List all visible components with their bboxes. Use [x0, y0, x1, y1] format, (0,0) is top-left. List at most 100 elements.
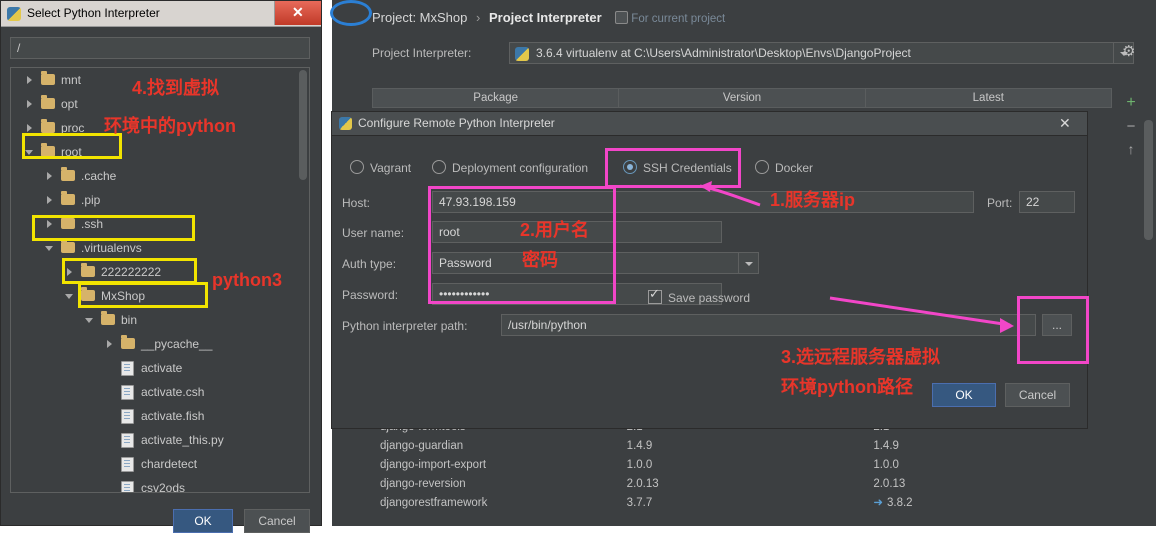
dialog-title: Select Python Interpreter [27, 6, 160, 20]
tree-node[interactable]: bin [11, 308, 309, 332]
cancel-button[interactable]: Cancel [244, 509, 310, 533]
path-value: / [17, 41, 21, 55]
file-icon [121, 385, 134, 400]
port-value: 22 [1026, 195, 1040, 209]
cancel-button[interactable]: Cancel [1005, 383, 1070, 407]
tree-node-label: .cache [81, 169, 117, 183]
ok-button[interactable]: OK [932, 383, 996, 407]
file-icon [121, 433, 134, 448]
dialog-titlebar[interactable]: Configure Remote Python Interpreter ✕ [332, 112, 1087, 136]
upgrade-package-button[interactable]: ↑ [1118, 141, 1144, 157]
chevron-right-icon[interactable] [25, 99, 35, 109]
tree-node-label: csv2ods [141, 481, 186, 493]
package-scrollbar-thumb[interactable] [1144, 120, 1153, 240]
tree-node[interactable]: activate_this.py [11, 428, 309, 452]
table-row[interactable]: django-reversion 2.0.13 2.0.13 [372, 475, 1112, 494]
python-icon [339, 117, 352, 130]
table-row[interactable]: django-import-export 1.0.0 1.0.0 [372, 456, 1112, 475]
host-label: Host: [342, 196, 371, 210]
radio-vagrant[interactable]: Vagrant [350, 158, 411, 175]
tree-node[interactable]: __pycache__ [11, 332, 309, 356]
tree-node[interactable]: chardetect [11, 452, 309, 476]
tree-node[interactable]: .cache [11, 164, 309, 188]
close-icon[interactable]: ✕ [1041, 112, 1087, 135]
chevron-right-icon[interactable] [25, 75, 35, 85]
annotation-note-1: 4.找到虚拟 [132, 78, 220, 98]
radio-label: Vagrant [370, 161, 412, 175]
interpreter-label: Project Interpreter: [372, 46, 472, 60]
close-icon[interactable]: ✕ [274, 1, 321, 25]
username-label: User name: [342, 226, 405, 240]
cell-latest: 1.0.0 [873, 459, 899, 471]
breadcrumb-scope: For current project [615, 11, 725, 25]
chevron-down-icon[interactable] [738, 253, 758, 273]
annotation-note-7: 3.选远程服务器虚拟 [781, 347, 941, 367]
annotation-note-2: 环境中的python [104, 116, 236, 136]
table-row[interactable]: djangorestframework 3.7.7 ➜ 3.8.2 [372, 494, 1112, 513]
folder-icon [101, 311, 115, 325]
highlight-browse-button [1017, 296, 1089, 364]
tree-node-label: __pycache__ [141, 337, 213, 351]
chevron-right-icon[interactable] [45, 195, 55, 205]
save-password-checkbox[interactable]: Save password [648, 286, 751, 305]
column-package[interactable]: Package [373, 89, 620, 107]
gear-icon[interactable]: ⚙ [1122, 42, 1142, 62]
cell-version: 1.4.9 [626, 440, 653, 452]
highlight-ssh-credentials [605, 148, 741, 188]
folder-icon [61, 239, 75, 253]
radio-deployment-configuration[interactable]: Deployment configuration [432, 158, 588, 175]
add-package-button[interactable]: + [1118, 94, 1144, 112]
file-icon [121, 457, 134, 472]
annotation-note-6: 密码 [522, 250, 558, 270]
tree-node[interactable]: .pip [11, 188, 309, 212]
file-icon [121, 409, 134, 424]
interpreter-path-input[interactable]: /usr/bin/python [501, 314, 1036, 336]
highlight-bin-folder [78, 282, 208, 308]
checkbox-box [648, 286, 662, 304]
column-version[interactable]: Version [619, 89, 866, 107]
radio-docker[interactable]: Docker [755, 158, 813, 175]
password-label: Password: [342, 288, 399, 302]
column-latest[interactable]: Latest [866, 89, 1111, 107]
breadcrumb-separator: › [476, 10, 481, 25]
chevron-right-icon[interactable] [45, 171, 55, 181]
cell-package: django-reversion [380, 478, 466, 490]
save-password-label: Save password [668, 291, 751, 305]
folder-icon [41, 71, 55, 85]
tree-node-label: activate.csh [141, 385, 205, 399]
auth-type-label: Auth type: [342, 257, 397, 271]
folder-icon [41, 119, 55, 133]
annotation-note-3: python3 [212, 270, 282, 290]
tree-node[interactable]: activate.csh [11, 380, 309, 404]
breadcrumb-project[interactable]: Project: MxShop [372, 10, 467, 25]
breadcrumb-current: Project Interpreter [488, 10, 602, 25]
interpreter-value: 3.6.4 virtualenv at C:\Users\Administrat… [536, 46, 911, 60]
tree-scrollbar-thumb[interactable] [299, 70, 307, 180]
tree-node-label: opt [61, 97, 78, 111]
radio-label: Docker [775, 161, 814, 175]
lock-icon [615, 11, 629, 24]
file-icon [121, 481, 134, 492]
annotation-note-4: 1.服务器ip [770, 190, 856, 210]
tree-node[interactable]: activate [11, 356, 309, 380]
path-field[interactable]: / [10, 37, 310, 59]
dialog-titlebar[interactable]: Select Python Interpreter ✕ [1, 1, 321, 27]
annotation-note-5: 2.用户名 [520, 220, 590, 240]
remove-package-button[interactable]: − [1118, 118, 1144, 135]
cell-version: 2.0.13 [626, 478, 659, 490]
tree-node-label: mnt [61, 73, 82, 87]
tree-node[interactable]: csv2ods [11, 476, 309, 493]
tree-node[interactable]: activate.fish [11, 404, 309, 428]
ok-button[interactable]: OK [173, 509, 233, 533]
interpreter-combobox[interactable]: 3.6.4 virtualenv at C:\Users\Administrat… [509, 42, 1134, 64]
tree-node-label: bin [121, 313, 138, 327]
table-row[interactable]: django-guardian 1.4.9 1.4.9 [372, 437, 1112, 456]
chevron-right-icon[interactable] [25, 123, 35, 133]
chevron-right-icon[interactable] [105, 339, 115, 349]
chevron-down-icon[interactable] [65, 291, 75, 301]
chevron-down-icon[interactable] [85, 315, 95, 325]
cell-package: djangorestframework [380, 497, 488, 509]
port-input[interactable]: 22 [1019, 191, 1075, 213]
chevron-down-icon[interactable] [45, 243, 55, 253]
highlight-mxshop-folder [62, 258, 197, 284]
